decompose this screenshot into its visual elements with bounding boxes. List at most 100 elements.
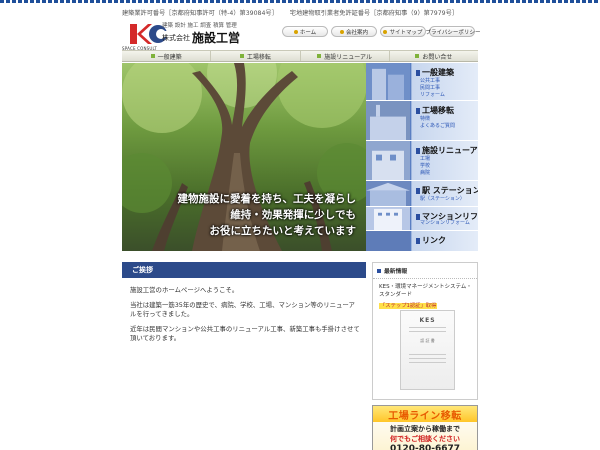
kes-doc-label: 認 証 書 (420, 338, 435, 343)
side-menu-link[interactable]: 民間工事 (420, 85, 445, 92)
global-nav: 一般建築 工場移転 施設リニューアル お問い合せ (122, 50, 478, 62)
greeting-body: 施設工営のホームページへようこそ。 当社は建築一筋35年の歴史で、病院、学校、工… (130, 286, 360, 349)
side-menu-subs: 駅（ステーション） (420, 196, 465, 203)
side-menu-link[interactable]: よくあるご質問 (420, 123, 455, 130)
hospital-icon (366, 141, 410, 180)
util-label: 会社案内 (345, 29, 368, 36)
side-menu-title-text: 一般建築 (422, 68, 454, 77)
page: 建築業許可番号［京都府知事許可（特-4）第39084号］ 宅地建物取引業者免許証… (0, 0, 600, 450)
banner-line: 何でもご相談ください (390, 435, 460, 443)
gnav-factory-relocation[interactable]: 工場移転 (211, 51, 301, 61)
gnav-contact[interactable]: お問い合せ (390, 51, 478, 61)
news-title[interactable]: KES・環境マネージメントシステム・スタンダード (373, 279, 477, 299)
side-menu-links[interactable]: リンク (366, 231, 478, 251)
bullet-icon (416, 148, 420, 154)
hero-line: お役に立ちたいと考えています (209, 225, 356, 237)
bullet-icon (293, 29, 298, 34)
top-stripe (0, 0, 600, 3)
banner-phone: 0120-80-6677 (389, 444, 461, 450)
square-bullet-icon (377, 268, 381, 273)
divider (409, 362, 446, 363)
square-bullet-icon (415, 54, 420, 58)
util-company-button[interactable]: 会社案内 (331, 26, 377, 37)
side-menu-mansion-reform[interactable]: マンションリフォーム マンションリフォーム (366, 207, 478, 231)
square-bullet-icon (317, 54, 322, 58)
news-heading-text: 最新情報 (384, 269, 408, 275)
square-bullet-icon (239, 54, 244, 58)
hero-line: 建物施設に愛着を持ち、工夫を凝らし (177, 193, 357, 205)
side-menu-factory-relocation[interactable]: 工場移転 特徴 よくあるご質問 (366, 101, 478, 141)
banner-title: 工場ライン移転 (373, 406, 477, 422)
news-badge-text: 「ステップ1認証」取得 (379, 303, 438, 309)
side-menu-link[interactable]: リフォーム (420, 92, 445, 99)
news-heading: 最新情報 (373, 263, 477, 279)
side-menu-title: リンク (416, 235, 446, 246)
side-menu-link[interactable]: 特徴 (420, 116, 455, 123)
greeting-paragraph: 当社は建築一筋35年の歴史で、病院、学校、工場、マンション等のリニューアルを行っ… (130, 300, 355, 319)
side-menu-title-text: 工場移転 (422, 106, 454, 115)
station-icon (366, 181, 410, 206)
side-menu-subs: 公共工事 民間工事 リフォーム (420, 78, 445, 99)
side-menu-general-construction[interactable]: 一般建築 公共工事 民間工事 リフォーム (366, 63, 478, 101)
mansion-icon (366, 207, 410, 230)
side-menu-link[interactable]: 学校 (420, 163, 430, 170)
side-menu-title-text: リンク (422, 236, 446, 245)
greeting-paragraph: 施設工営のホームページへようこそ。 (130, 286, 239, 294)
bullet-icon (416, 70, 420, 76)
license-bar: 建築業許可番号［京都府知事許可（特-4）第39084号］ 宅地建物取引業者免許証… (122, 8, 478, 18)
side-menu-facility-renewal[interactable]: 施設リニューアル 工場 学校 病院 (366, 141, 478, 181)
company-name[interactable]: 施設工営 (192, 29, 240, 46)
side-menu-title: 施設リニューアル (416, 145, 478, 156)
gnav-general-construction[interactable]: 一般建築 (122, 51, 212, 61)
side-menu-link[interactable]: 工場 (420, 156, 430, 163)
util-home-button[interactable]: ホーム (282, 26, 328, 37)
banner-line: 計画立案から稼働まで (390, 425, 460, 433)
divider (409, 331, 446, 332)
building-icon (366, 63, 410, 100)
greeting-paragraph: 近年は民間マンションや公共工事のリニューアル工事、新築工事も手掛けさせて頂いてお… (130, 324, 360, 343)
kes-title: KES (419, 317, 436, 324)
side-menu-subs: マンションリフォーム (420, 220, 470, 227)
utility-nav: ホーム 会社案内 サイトマップ プライバシーポリシー (282, 26, 480, 37)
divider (409, 358, 446, 359)
bullet-icon (383, 29, 388, 34)
license-construction: 建築業許可番号［京都府知事許可（特-4）第39084号］ (122, 10, 278, 17)
gnav-facility-renewal[interactable]: 施設リニューアル (301, 51, 390, 61)
side-menu-title-text: 施設リニューアル (422, 146, 478, 155)
divider (409, 354, 446, 355)
company-type: 株式会社 (162, 34, 190, 42)
license-realestate: 宅地建物取引業者免許証番号［京都府知事（9）第7979号］ (289, 10, 458, 17)
side-menu-link[interactable]: 駅（ステーション） (420, 196, 465, 203)
greeting-heading: ご挨拶 (122, 262, 366, 278)
util-label: サイトマップ (389, 29, 423, 36)
hero-image: 建物施設に愛着を持ち、工夫を凝らし 維持・効果発揮に少しでも お役に立ちたいと考… (122, 63, 366, 251)
side-menu: 一般建築 公共工事 民間工事 リフォーム 工場移転 特徴 よくあるご質問 施設リ… (366, 63, 478, 251)
gnav-label: 施設リニューアル (324, 53, 372, 61)
factory-icon (366, 101, 410, 140)
bullet-icon (416, 188, 420, 194)
util-label: プライバシーポリシー (425, 29, 481, 36)
gnav-label: お問い合せ (422, 53, 453, 61)
factory-relocation-banner[interactable]: 工場ライン移転 計画立案から稼働まで 何でもご相談ください 0120-80-66… (372, 405, 478, 450)
side-menu-subs: 工場 学校 病院 (420, 156, 430, 177)
kes-certificate-image[interactable]: KES 認 証 書 (400, 310, 455, 390)
side-menu-link[interactable]: 病院 (420, 170, 430, 177)
hero-line: 維持・効果発揮に少しでも (230, 209, 356, 221)
side-menu-subs: 特徴 よくあるご質問 (420, 116, 455, 130)
company-services: 建築 設計 施工 調査 積算 管理 (162, 23, 237, 29)
util-sitemap-button[interactable]: サイトマップ (380, 26, 426, 37)
hero-tagline: 建物施設に愛着を持ち、工夫を凝らし 維持・効果発揮に少しでも お役に立ちたいと考… (178, 191, 357, 239)
gnav-label: 一般建築 (157, 53, 182, 61)
side-menu-link[interactable]: マンションリフォーム (420, 220, 470, 227)
news-panel: 最新情報 KES・環境マネージメントシステム・スタンダード 「ステップ1認証」取… (372, 262, 478, 400)
side-menu-title: 工場移転 (416, 105, 454, 116)
link-icon (366, 231, 410, 251)
square-bullet-icon (150, 54, 155, 58)
util-privacy-button[interactable]: プライバシーポリシー (426, 26, 480, 37)
side-menu-title: 駅 ステーション (416, 185, 478, 196)
side-menu-link[interactable]: 公共工事 (420, 78, 445, 85)
side-menu-title: 一般建築 (416, 67, 454, 78)
side-menu-station[interactable]: 駅 ステーション 駅（ステーション） (366, 181, 478, 207)
side-menu-title-text: 駅 ステーション (422, 186, 478, 195)
divider (409, 327, 446, 328)
